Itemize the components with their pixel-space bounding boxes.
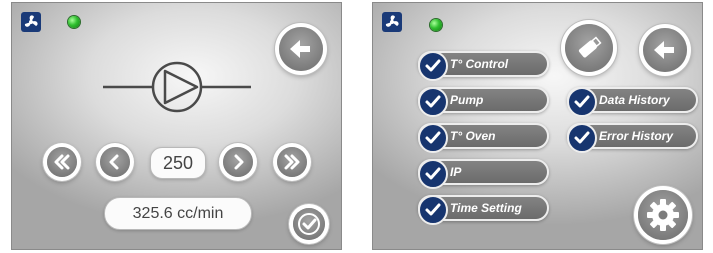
checkbox-check-icon [418,51,448,81]
usb-drive-icon [578,36,602,58]
menu-item-time-setting[interactable]: Time Setting [418,195,549,225]
decrease-button[interactable] [100,147,130,177]
menu-item-pump[interactable]: Pump [418,87,549,117]
pump-symbol-icon [103,61,251,113]
menu-item-ip[interactable]: IP [418,159,549,189]
status-led-icon [430,19,442,31]
checkbox-check-icon [418,123,448,153]
checkbox-check-icon [418,159,448,189]
menu-item-error-history[interactable]: Error History [567,123,698,153]
menu-item-label: Data History [599,93,670,107]
checkbox-check-icon [418,195,448,225]
checkbox-check-icon [567,87,597,117]
fan-logo-icon [21,12,41,32]
back-arrow-icon [290,40,310,58]
back-button[interactable] [643,28,687,72]
settings-menu-screen: T° Control Pump T° Oven IP Time Setting … [372,2,703,250]
status-led-icon [68,16,80,28]
menu-item-label: T° Oven [450,129,496,143]
menu-item-label: Time Setting [450,201,522,215]
flow-value-field[interactable]: 250 [150,147,206,179]
back-arrow-icon [654,41,674,59]
flow-rate-display: 325.6 cc/min [104,197,252,230]
confirm-button[interactable] [293,208,325,240]
menu-item-label: IP [450,165,462,179]
menu-item-label: Pump [450,93,484,107]
confirm-check-icon [298,213,320,235]
pump-control-screen: 250 325.6 cc/min [11,2,342,250]
checkbox-check-icon [418,87,448,117]
increase-button[interactable] [223,147,253,177]
usb-export-button[interactable] [565,24,613,72]
menu-item-oven-temperature[interactable]: T° Oven [418,123,549,153]
decrease-icon [109,154,119,170]
settings-gear-icon [647,199,679,231]
settings-button[interactable] [638,190,688,240]
menu-item-data-history[interactable]: Data History [567,87,698,117]
back-button[interactable] [279,27,323,71]
fast-forward-button[interactable] [277,147,307,177]
fan-logo-icon [382,12,402,32]
menu-item-temperature-control[interactable]: T° Control [418,51,549,81]
menu-item-label: Error History [599,129,674,143]
fast-rewind-button[interactable] [47,147,77,177]
checkbox-check-icon [567,123,597,153]
menu-item-label: T° Control [450,57,509,71]
increase-icon [234,154,244,170]
fast-rewind-icon [54,154,70,170]
fast-forward-icon [284,154,300,170]
